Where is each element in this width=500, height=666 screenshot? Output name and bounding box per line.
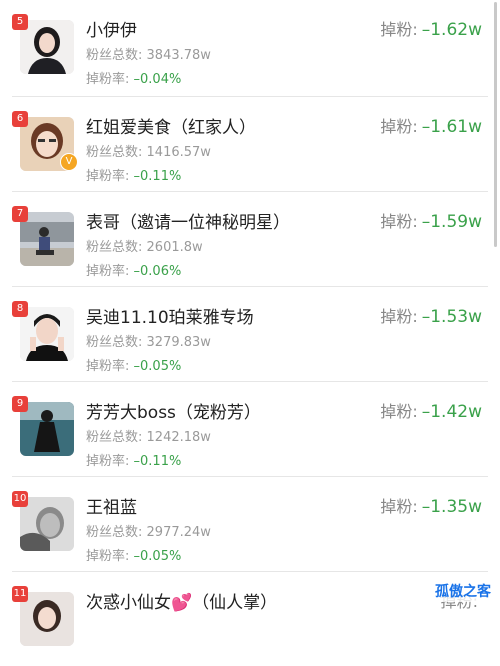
fans-total: 粉丝总数: 3843.78w <box>86 48 211 63</box>
fans-drop: 掉粉: –1.42w <box>380 402 482 422</box>
list-item[interactable]: 9 芳芳大boss（宠粉芳） 粉丝总数: 1242.18w 掉粉率: –0.11… <box>12 382 488 477</box>
account-name[interactable]: 次惑小仙女💕（仙人掌） <box>86 588 277 613</box>
list-item[interactable]: 10 王祖蓝 粉丝总数: 2977.24w 掉粉率: –0.05% 掉粉: –1.… <box>12 477 488 572</box>
fans-drop: 掉粉: –1.53w <box>380 307 482 327</box>
account-name[interactable]: 小伊伊 <box>86 16 137 41</box>
rank-badge: 5 <box>12 14 28 30</box>
fans-total: 粉丝总数: 3279.83w <box>86 335 211 350</box>
avatar-woman-dark-hair-icon <box>20 20 74 74</box>
account-name[interactable]: 表哥（邀请一位神秘明星） <box>86 208 290 233</box>
avatar[interactable] <box>20 497 74 551</box>
fans-drop: 掉粉: –1.61w <box>380 117 482 137</box>
list-item[interactable]: 7 表哥（邀请一位神秘明星） 粉丝总数: 2601.8w 掉粉率: –0.06%… <box>12 192 488 287</box>
watermark: 孤傲之客 <box>432 580 494 602</box>
rank-badge: 7 <box>12 206 28 222</box>
avatar[interactable] <box>20 307 74 361</box>
rank-badge: 10 <box>12 491 28 507</box>
fans-drop: 掉粉: –1.59w <box>380 212 482 232</box>
drop-rate: 掉粉率: –0.11% <box>86 454 182 469</box>
avatar[interactable] <box>20 592 74 646</box>
fans-total: 粉丝总数: 1416.57w <box>86 145 211 160</box>
drop-rate: 掉粉率: –0.05% <box>86 549 182 564</box>
account-name[interactable]: 红姐爱美食（红家人） <box>86 113 256 138</box>
scrollbar[interactable] <box>494 2 497 247</box>
drop-rate: 掉粉率: –0.04% <box>86 72 182 87</box>
verified-icon: V <box>60 153 78 171</box>
avatar-man-bw-icon <box>20 497 74 551</box>
drop-rate: 掉粉率: –0.05% <box>86 359 182 374</box>
rank-badge: 11 <box>12 586 28 602</box>
account-name[interactable]: 王祖蓝 <box>86 493 137 518</box>
avatar[interactable] <box>20 212 74 266</box>
avatar[interactable] <box>20 402 74 456</box>
list-item[interactable]: 8 吴迪11.10珀莱雅专场 粉丝总数: 3279.83w 掉粉率: –0.05… <box>12 287 488 382</box>
fans-total: 粉丝总数: 2601.8w <box>86 240 203 255</box>
rank-badge: 8 <box>12 301 28 317</box>
account-name[interactable]: 吴迪11.10珀莱雅专场 <box>86 303 254 328</box>
heart-icon: 💕 <box>171 593 193 613</box>
rank-badge: 6 <box>12 111 28 127</box>
account-name[interactable]: 芳芳大boss（宠粉芳） <box>86 398 261 423</box>
avatar-man-street-icon <box>20 212 74 266</box>
rank-badge: 9 <box>12 396 28 412</box>
list-item[interactable]: 11 次惑小仙女💕（仙人掌） 掉粉: <box>12 572 488 666</box>
fans-total: 粉丝总数: 2977.24w <box>86 525 211 540</box>
list-item[interactable]: 6 V 红姐爱美食（红家人） 粉丝总数: 1416.57w 掉粉率: –0.11… <box>12 97 488 192</box>
fans-drop: 掉粉: –1.35w <box>380 497 482 517</box>
avatar-woman-dress-icon <box>20 402 74 456</box>
avatar-man-portrait-icon <box>20 307 74 361</box>
fans-total: 粉丝总数: 1242.18w <box>86 430 211 445</box>
ranking-list: 5 小伊伊 粉丝总数: 3843.78w 掉粉率: –0.04% 掉粉: –1.6… <box>0 0 500 666</box>
drop-rate: 掉粉率: –0.11% <box>86 169 182 184</box>
fans-drop: 掉粉: –1.62w <box>380 20 482 40</box>
list-item[interactable]: 5 小伊伊 粉丝总数: 3843.78w 掉粉率: –0.04% 掉粉: –1.6… <box>12 0 488 97</box>
drop-rate: 掉粉率: –0.06% <box>86 264 182 279</box>
avatar[interactable] <box>20 20 74 74</box>
avatar-woman-partial-icon <box>20 592 74 646</box>
